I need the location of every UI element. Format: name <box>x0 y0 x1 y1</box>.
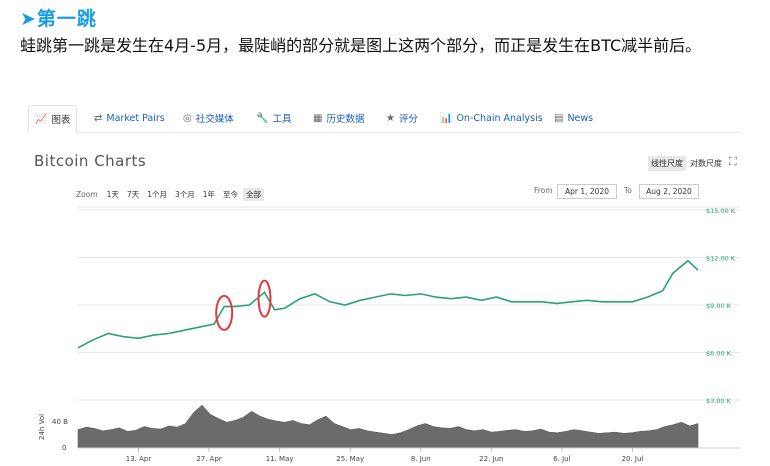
y-tick-label: $6.00 K <box>706 350 732 358</box>
price-line <box>77 259 699 349</box>
red-ellipse-april-jump <box>215 294 234 331</box>
y-tick-label: $9.00 K <box>706 302 732 310</box>
y-tick-label: $3.00 K <box>706 397 732 405</box>
y-tick-label: $15.00 K <box>706 207 736 215</box>
x-tick-label: 20. Jul <box>622 455 644 463</box>
x-tick-label: 6. Jul <box>553 455 570 463</box>
volume-area <box>77 404 699 449</box>
volume-tick-label: 40 B <box>52 418 68 426</box>
x-tick-label: 27. Apr <box>196 455 222 463</box>
x-tick-label: 25. May <box>336 455 364 463</box>
x-tick-label: 11. May <box>266 455 294 463</box>
volume-zero-label: 0 <box>62 444 66 452</box>
price-chart: $3.00 K $6.00 K $9.00 K $12.00 K $15.00 K 40 … <box>38 206 740 463</box>
volume-axis-label: 24h Vol <box>38 414 46 440</box>
x-tick-label: 13. Apr <box>126 455 152 463</box>
x-tick-label: 22. Jun <box>479 455 503 463</box>
y-tick-label: $12.00 K <box>706 255 736 263</box>
x-tick-label: 8. Jun <box>411 455 431 463</box>
